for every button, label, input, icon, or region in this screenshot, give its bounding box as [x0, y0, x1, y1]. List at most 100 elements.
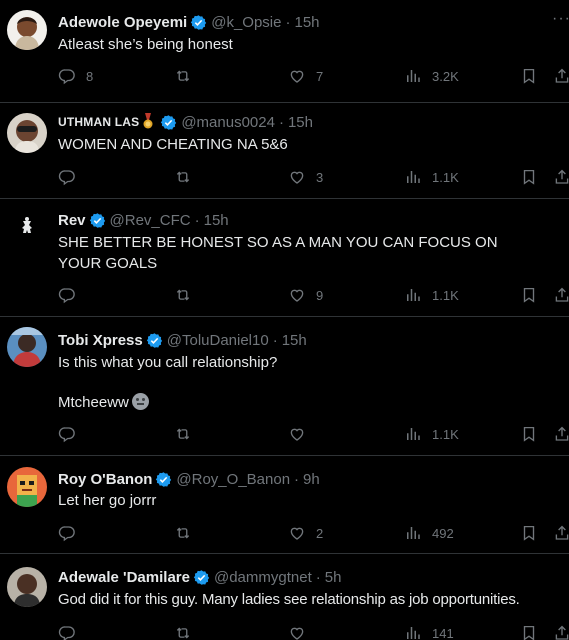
display-name[interactable]: Adewole Opeyemi	[58, 14, 187, 31]
user-handle[interactable]: @manus0024	[181, 114, 275, 131]
views-icon	[404, 624, 422, 640]
retweet-icon	[174, 624, 192, 640]
views-button[interactable]: 1.1K	[404, 424, 459, 444]
timestamp[interactable]: 15h	[288, 114, 313, 131]
user-handle[interactable]: @ToluDaniel10	[167, 332, 269, 349]
reply-button[interactable]	[58, 523, 76, 543]
tweet-text: SHE BETTER BE HONEST SO AS A MAN YOU CAN…	[58, 234, 498, 272]
timestamp[interactable]: 15h	[294, 14, 319, 31]
views-button[interactable]: 141	[404, 623, 454, 640]
verified-badge-icon	[190, 14, 207, 31]
avatar[interactable]	[7, 467, 47, 507]
retweet-button[interactable]	[174, 167, 192, 187]
heart-icon	[288, 67, 306, 85]
like-button[interactable]	[288, 623, 306, 640]
avatar[interactable]	[7, 327, 47, 367]
reply-button[interactable]: 8	[58, 66, 93, 86]
separator-dot: ·	[294, 470, 300, 488]
heart-icon	[288, 624, 306, 640]
like-count: 9	[316, 287, 324, 303]
bookmark-button[interactable]	[520, 523, 538, 543]
retweet-button[interactable]	[174, 66, 192, 86]
tweet-text: Is this what you call relationship?	[58, 354, 278, 371]
reply-tweet[interactable]: UTHMAN LAS @manus0024 · 15h WOMEN AND CH…	[0, 103, 569, 199]
bookmark-button[interactable]	[520, 167, 538, 187]
heart-icon	[288, 524, 306, 542]
bookmark-button[interactable]	[520, 623, 538, 640]
retweet-button[interactable]	[174, 523, 192, 543]
avatar[interactable]	[7, 567, 47, 607]
reply-tweet[interactable]: Roy O'Banon @Roy_O_Banon · 9h Let her go…	[0, 456, 569, 554]
timestamp[interactable]: 9h	[303, 471, 320, 488]
display-name[interactable]: UTHMAN LAS	[58, 115, 139, 129]
bookmark-icon	[520, 425, 538, 443]
reply-tweet[interactable]: Adewale 'Damilare @dammygtnet · 5h God d…	[0, 554, 569, 640]
tweet-header: UTHMAN LAS @manus0024 · 15h	[58, 112, 313, 132]
display-name[interactable]: Tobi Xpress	[58, 332, 143, 349]
neutral-face-emoji-icon	[131, 393, 149, 410]
share-button[interactable]	[553, 167, 569, 187]
reply-tweet[interactable]: Adewole Opeyemi @k_Opsie · 15h ··· Atlea…	[0, 0, 569, 103]
avatar[interactable]	[7, 10, 47, 50]
share-icon	[553, 168, 569, 186]
reply-tweet[interactable]: Rev @Rev_CFC · 15h SHE BETTER BE HONEST …	[0, 199, 569, 317]
medal-icon	[142, 113, 154, 131]
display-name[interactable]: Roy O'Banon	[58, 471, 152, 488]
share-button[interactable]	[553, 424, 569, 444]
separator-dot: ·	[315, 568, 321, 586]
views-count: 1.1K	[432, 426, 459, 442]
reply-icon	[58, 425, 76, 443]
separator-dot: ·	[194, 211, 200, 229]
share-button[interactable]	[553, 66, 569, 86]
like-button[interactable]	[288, 424, 306, 444]
display-name[interactable]: Adewale 'Damilare	[58, 569, 190, 586]
avatar[interactable]	[7, 113, 47, 153]
views-icon	[404, 67, 422, 85]
user-handle[interactable]: @dammygtnet	[214, 569, 312, 586]
like-button[interactable]: 3	[288, 167, 323, 187]
retweet-icon	[174, 67, 192, 85]
verified-badge-icon	[160, 114, 177, 131]
share-button[interactable]	[553, 623, 569, 640]
retweet-button[interactable]	[174, 623, 192, 640]
verified-badge-icon	[193, 569, 210, 586]
more-icon[interactable]: ···	[552, 10, 569, 28]
reply-button[interactable]	[58, 623, 76, 640]
reply-icon	[58, 286, 76, 304]
bookmark-button[interactable]	[520, 285, 538, 305]
user-handle[interactable]: @Rev_CFC	[110, 212, 191, 229]
bookmark-button[interactable]	[520, 66, 538, 86]
like-button[interactable]: 2	[288, 523, 323, 543]
views-button[interactable]: 492	[404, 523, 454, 543]
reply-button[interactable]	[58, 285, 76, 305]
tweet-text: God did it for this guy. Many ladies see…	[58, 591, 520, 608]
timestamp[interactable]: 5h	[325, 569, 342, 586]
bookmark-button[interactable]	[520, 424, 538, 444]
verified-badge-icon	[155, 471, 172, 488]
share-button[interactable]	[553, 285, 569, 305]
display-name[interactable]: Rev	[58, 212, 86, 229]
views-button[interactable]: 3.2K	[404, 66, 459, 86]
reply-icon	[58, 624, 76, 640]
like-count: 3	[316, 169, 324, 185]
retweet-button[interactable]	[174, 285, 192, 305]
timestamp[interactable]: 15h	[282, 332, 307, 349]
reply-tweet[interactable]: Tobi Xpress @ToluDaniel10 · 15h Is this …	[0, 317, 569, 456]
views-button[interactable]: 1.1K	[404, 167, 459, 187]
reply-icon	[58, 168, 76, 186]
views-button[interactable]: 1.1K	[404, 285, 459, 305]
like-button[interactable]: 7	[288, 66, 323, 86]
user-handle[interactable]: @Roy_O_Banon	[176, 471, 290, 488]
retweet-button[interactable]	[174, 424, 192, 444]
tweet-header: Adewole Opeyemi @k_Opsie · 15h	[58, 12, 320, 32]
like-button[interactable]: 9	[288, 285, 323, 305]
share-button[interactable]	[553, 523, 569, 543]
timestamp[interactable]: 15h	[204, 212, 229, 229]
action-bar: 9 1.1K	[58, 285, 569, 305]
user-handle[interactable]: @k_Opsie	[211, 14, 281, 31]
reply-button[interactable]	[58, 424, 76, 444]
reply-button[interactable]	[58, 167, 76, 187]
retweet-icon	[174, 168, 192, 186]
action-bar: 3 1.1K	[58, 167, 569, 187]
avatar[interactable]	[7, 207, 47, 247]
